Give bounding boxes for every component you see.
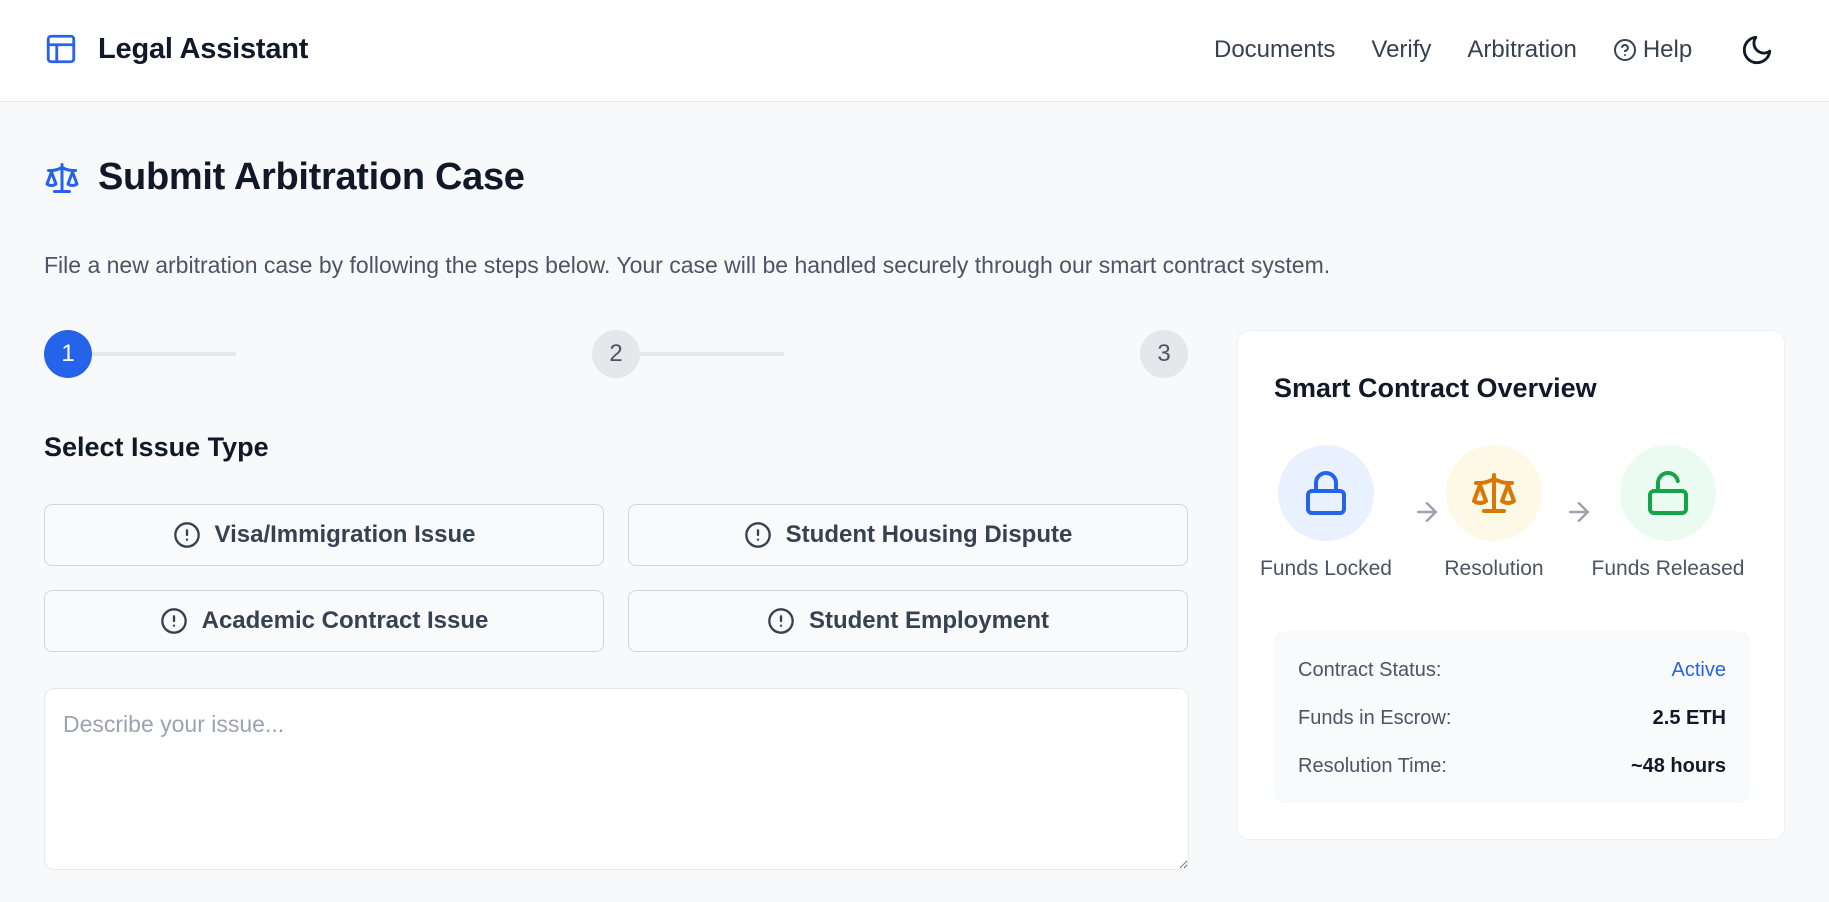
step-connector <box>92 352 236 356</box>
step-1[interactable]: 1 <box>44 330 92 378</box>
issue-visa-label: Visa/Immigration Issue <box>214 521 476 548</box>
step-2[interactable]: 2 <box>592 330 640 378</box>
alert-circle-icon <box>173 522 200 548</box>
flow-funds-released: Funds Released <box>1588 445 1748 581</box>
scale-icon <box>1472 473 1516 513</box>
alert-circle-icon <box>768 608 794 634</box>
app-header: Legal Assistant Documents Verify Arbitra… <box>0 0 1829 102</box>
lock-icon <box>1306 471 1346 515</box>
issue-housing-button[interactable]: Student Housing Dispute <box>628 504 1188 566</box>
nav-arbitration[interactable]: Arbitration <box>1467 36 1576 64</box>
main-nav: Documents Verify Arbitration Help <box>1214 36 1692 64</box>
issue-employment-button[interactable]: Student Employment <box>628 590 1188 652</box>
step-connector <box>640 352 784 356</box>
status-row: Funds in Escrow: 2.5 ETH <box>1298 707 1726 730</box>
status-key: Resolution Time: <box>1298 755 1447 777</box>
flow-label: Resolution <box>1444 557 1544 580</box>
contract-status-value: Active <box>1671 659 1726 681</box>
issue-type-title: Select Issue Type <box>44 432 269 462</box>
help-circle-icon <box>1613 39 1636 61</box>
unlock-icon <box>1648 471 1688 515</box>
stepper: 1 2 3 <box>44 330 1188 378</box>
page-title-row: Submit Arbitration Case <box>44 156 525 199</box>
scale-icon <box>45 162 79 193</box>
flow-circle <box>1278 445 1374 541</box>
app-title: Legal Assistant <box>98 32 309 65</box>
escrow-value: 2.5 ETH <box>1652 707 1726 729</box>
alert-circle-icon <box>160 608 187 634</box>
flow-label: Funds Locked <box>1260 557 1392 580</box>
flow-resolution: Resolution <box>1414 445 1574 581</box>
page-title: Submit Arbitration Case <box>98 156 525 198</box>
issue-employment-label: Student Employment <box>808 607 1049 634</box>
moon-icon[interactable] <box>1740 33 1774 67</box>
contract-status-box: Contract Status: Active Funds in Escrow:… <box>1274 631 1750 803</box>
issue-academic-button[interactable]: Academic Contract Issue <box>44 590 604 652</box>
issue-description-input[interactable] <box>44 688 1189 870</box>
status-row: Resolution Time: ~48 hours <box>1298 755 1726 778</box>
brand[interactable]: Legal Assistant <box>44 32 308 66</box>
status-key: Contract Status: <box>1298 659 1442 681</box>
alert-circle-icon <box>744 522 771 548</box>
issue-academic-label: Academic Contract Issue <box>201 607 489 634</box>
resolution-time-value: ~48 hours <box>1630 755 1726 777</box>
step-3[interactable]: 3 <box>1140 330 1188 378</box>
flow-label: Funds Released <box>1591 557 1745 580</box>
nav-verify[interactable]: Verify <box>1371 36 1431 64</box>
flow-funds-locked: Funds Locked <box>1246 445 1406 581</box>
status-row: Contract Status: Active <box>1298 659 1726 682</box>
smart-contract-panel: Smart Contract Overview Funds Locked Res… <box>1237 330 1785 840</box>
flow-circle <box>1446 445 1542 541</box>
nav-documents[interactable]: Documents <box>1214 36 1335 64</box>
page-description: File a new arbitration case by following… <box>44 252 1331 278</box>
layout-icon <box>46 34 76 64</box>
issue-housing-label: Student Housing Dispute <box>785 521 1073 548</box>
status-key: Funds in Escrow: <box>1298 707 1452 729</box>
flow-circle <box>1620 445 1716 541</box>
panel-title: Smart Contract Overview <box>1274 373 1597 403</box>
issue-visa-button[interactable]: Visa/Immigration Issue <box>44 504 604 566</box>
nav-help[interactable]: Help <box>1613 36 1692 64</box>
nav-help-label: Help <box>1642 36 1693 63</box>
